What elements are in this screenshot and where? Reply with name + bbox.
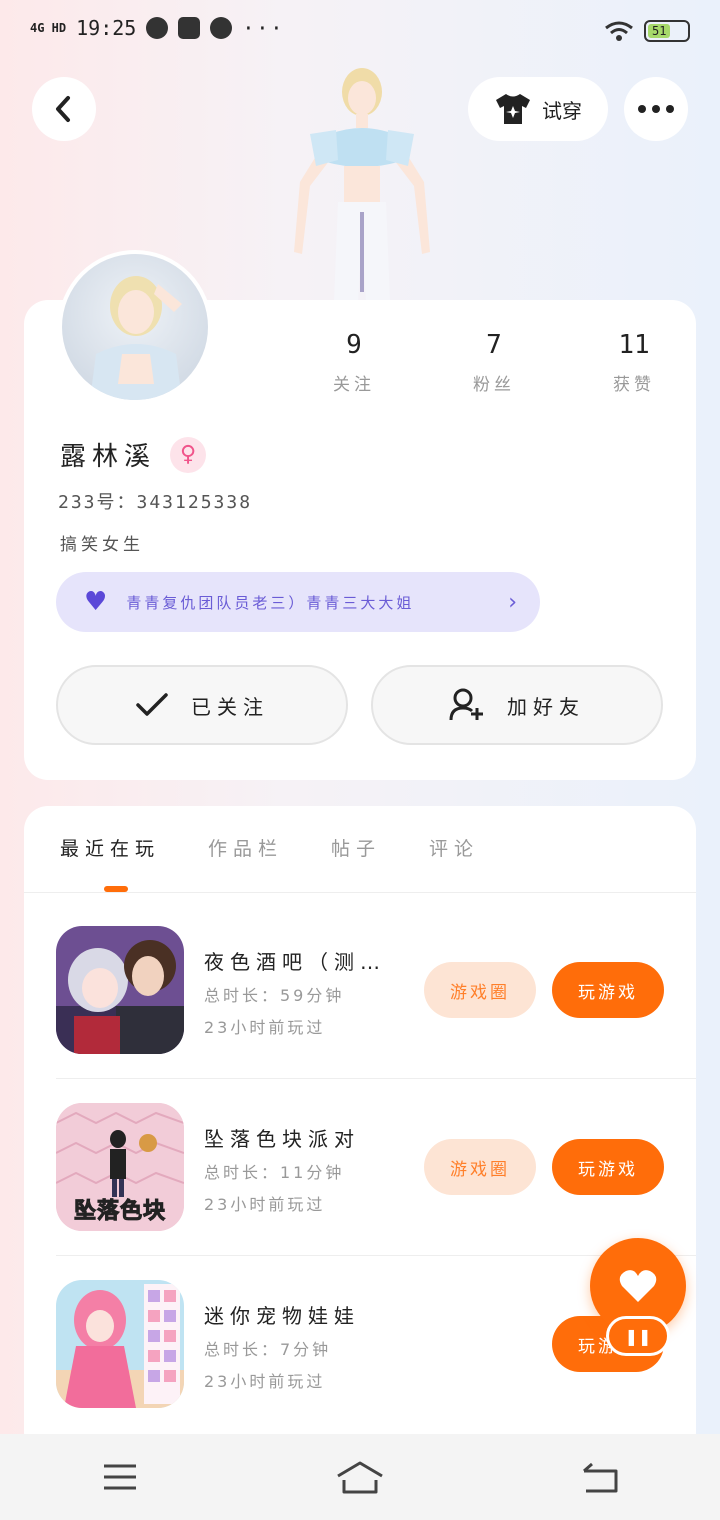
more-notifications-icon: ··· xyxy=(242,16,285,40)
nav-menu-button[interactable] xyxy=(80,1447,160,1507)
pause-button[interactable]: ❚❚ xyxy=(606,1316,670,1356)
name-row: 露林溪 ♀ xyxy=(60,436,207,473)
tab-works[interactable]: 作品栏 xyxy=(208,834,283,861)
shirt-icon xyxy=(496,94,530,124)
dot-icon xyxy=(666,105,674,113)
game-duration: 总时长：7分钟 xyxy=(204,1340,332,1359)
play-game-button[interactable]: 玩游戏 xyxy=(552,1139,664,1195)
checkmark-icon xyxy=(136,693,168,716)
heart-icon xyxy=(619,1270,657,1302)
game-last-played: 23小时前玩过 xyxy=(204,1018,326,1037)
divider xyxy=(24,892,696,893)
game-circle-button[interactable]: 游戏圈 xyxy=(424,1139,536,1195)
add-friend-button[interactable]: 加好友 xyxy=(371,665,663,745)
likes-label: 获赞 xyxy=(613,375,655,395)
game-last-played: 23小时前玩过 xyxy=(204,1195,326,1214)
add-user-icon xyxy=(449,688,483,721)
following-count: 9 xyxy=(346,330,362,360)
stat-following[interactable]: 9 关注 xyxy=(304,330,404,395)
game-thumbnail[interactable] xyxy=(56,1280,184,1408)
avatar-character-icon xyxy=(90,276,182,400)
followed-button[interactable]: 已关注 xyxy=(56,665,348,745)
status-left: 4G HD 19:25 ··· xyxy=(30,16,284,40)
game-list-item[interactable]: 夜色酒吧（测… 总时长：59分钟 23小时前玩过 游戏圈 玩游戏 xyxy=(56,926,664,1102)
chevron-left-icon xyxy=(56,96,70,122)
menu-icon xyxy=(104,1464,136,1490)
status-time: 19:25 xyxy=(76,16,137,40)
add-friend-label: 加好友 xyxy=(507,694,585,719)
fans-count: 7 xyxy=(486,330,502,360)
status-bar: 4G HD 19:25 ··· 51 xyxy=(0,0,720,62)
avatar[interactable] xyxy=(58,250,212,404)
play-game-button[interactable]: 玩游戏 xyxy=(552,962,664,1018)
username: 露林溪 xyxy=(60,442,157,472)
game-title: 夜色酒吧（测… xyxy=(204,950,386,974)
likes-count: 11 xyxy=(618,330,650,360)
battery-level: 51 xyxy=(652,24,667,38)
double-heart-icon: ♥ xyxy=(84,587,111,617)
avatar-image xyxy=(62,254,208,400)
try-on-label: 试穿 xyxy=(542,98,582,123)
tab-recently-played[interactable]: 最近在玩 xyxy=(60,834,160,861)
return-icon xyxy=(583,1462,618,1493)
network-indicator: 4G HD xyxy=(30,21,67,35)
fans-label: 粉丝 xyxy=(473,375,515,395)
notification-icon xyxy=(146,17,169,39)
stat-fans[interactable]: 7 粉丝 xyxy=(444,330,544,395)
game-duration: 总时长：59分钟 xyxy=(204,986,345,1005)
profile-tabs: 最近在玩 作品栏 帖子 评论 xyxy=(60,834,479,861)
nav-back-button[interactable] xyxy=(560,1447,640,1507)
divider xyxy=(56,1078,696,1079)
game-thumbnail[interactable]: 坠落色块 xyxy=(56,1103,184,1231)
user-id: 233号：343125338 xyxy=(58,492,253,513)
try-on-button[interactable]: 试穿 xyxy=(468,77,608,141)
game-last-played: 23小时前玩过 xyxy=(204,1372,326,1391)
more-options-button[interactable] xyxy=(624,77,688,141)
recent-games-card: 最近在玩 作品栏 帖子 评论 夜色酒吧（测… 总时长：59分钟 23小时前玩过 … xyxy=(24,806,696,1456)
game-title: 迷你宠物娃娃 xyxy=(204,1304,360,1328)
wifi-icon xyxy=(605,21,633,41)
user-bio: 搞笑女生 xyxy=(60,535,144,555)
message-icon xyxy=(178,17,201,39)
group-banner[interactable]: ♥ 青青复仇团队员老三）青青三大大姐 › xyxy=(56,572,540,632)
profile-stats: 9 关注 7 粉丝 11 获赞 xyxy=(304,330,684,395)
status-right: 51 xyxy=(604,20,690,42)
female-gender-icon: ♀ xyxy=(170,436,207,473)
following-label: 关注 xyxy=(333,375,375,395)
followed-label: 已关注 xyxy=(191,694,269,719)
game-thumb-caption: 坠落色块 xyxy=(73,1199,166,1225)
group-banner-text: 青青复仇团队员老三）青青三大大姐 xyxy=(126,593,415,612)
game-duration: 总时长：11分钟 xyxy=(204,1163,345,1182)
game-title: 坠落色块派对 xyxy=(204,1127,360,1151)
tab-comments[interactable]: 评论 xyxy=(429,834,479,861)
game-list-item[interactable]: 坠落色块 坠落色块派对 总时长：11分钟 23小时前玩过 游戏圈 玩游戏 xyxy=(56,1103,664,1279)
back-button[interactable] xyxy=(32,77,96,141)
stat-likes[interactable]: 11 获赞 xyxy=(584,330,684,395)
nav-home-button[interactable] xyxy=(320,1447,400,1507)
tab-posts[interactable]: 帖子 xyxy=(331,834,381,861)
game-list-item[interactable]: 迷你宠物娃娃 总时长：7分钟 23小时前玩过 玩游戏 xyxy=(56,1280,664,1456)
dot-icon xyxy=(652,105,660,113)
system-nav-bar xyxy=(0,1434,720,1520)
pause-icon: ❚❚ xyxy=(624,1326,652,1346)
chevron-right-icon: › xyxy=(508,589,520,615)
battery-icon: 51 xyxy=(644,20,690,42)
dot-icon xyxy=(638,105,646,113)
game-thumbnail[interactable] xyxy=(56,926,184,1054)
fan-icon xyxy=(210,17,233,39)
home-icon xyxy=(337,1461,383,1494)
game-circle-button[interactable]: 游戏圈 xyxy=(424,962,536,1018)
character-avatar-figure xyxy=(294,68,430,302)
